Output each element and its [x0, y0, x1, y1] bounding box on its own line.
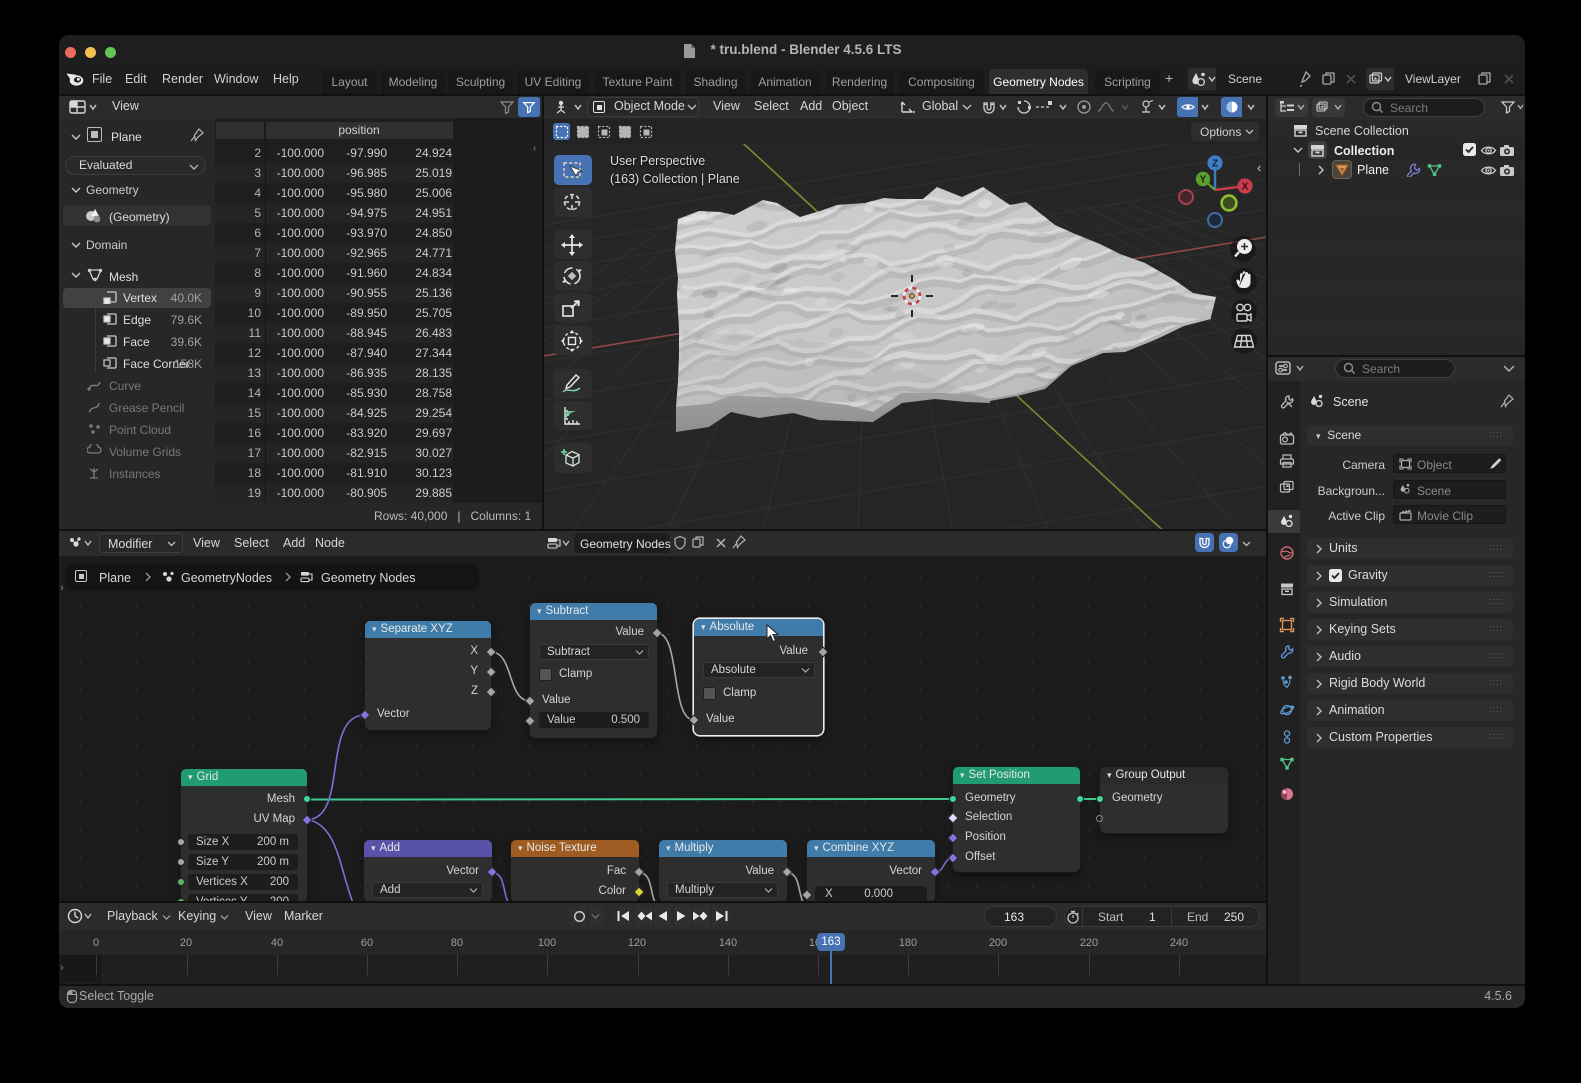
svg-text:Y: Y: [1200, 175, 1207, 186]
svg-text:X: X: [1242, 182, 1249, 193]
svg-text:Z: Z: [1212, 159, 1218, 170]
